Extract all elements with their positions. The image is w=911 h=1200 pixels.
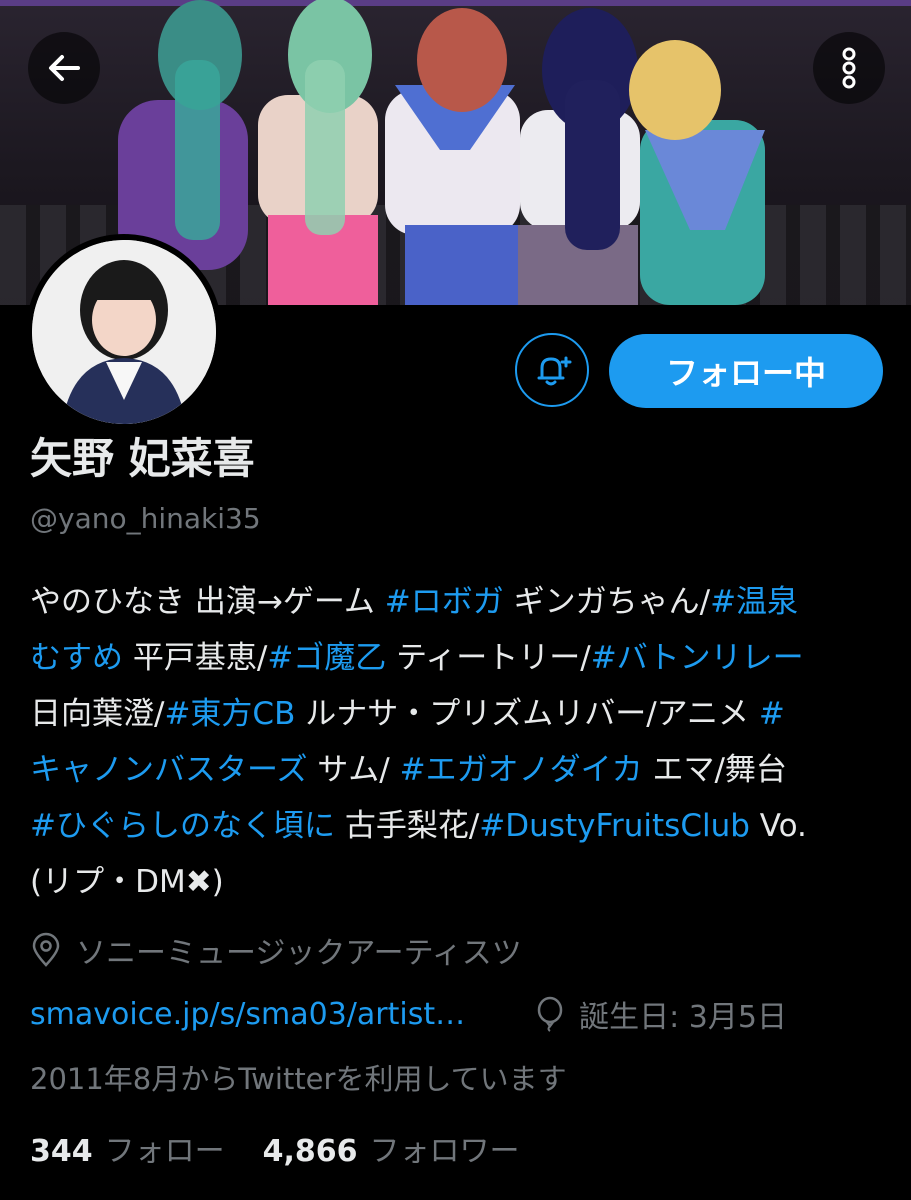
website-link[interactable]: smavoice.jp/s/sma03/artist… [30, 997, 465, 1032]
following-button[interactable]: フォロー中 [609, 334, 883, 408]
arrow-left-icon [49, 55, 80, 81]
bio-line: キャノンバスターズ サム/ #エガオノダイカ エマ/舞台 [30, 742, 890, 798]
bio-line: むすめ 平戸基恵/#ゴ魔乙 ティートリー/#バトンリレー [30, 630, 890, 686]
following-stat[interactable]: 344 フォロー [30, 1126, 225, 1170]
following-label: フォロー [104, 1134, 225, 1169]
notifications-button[interactable] [515, 333, 589, 407]
display-name: 矢野 妃菜喜 [30, 434, 255, 483]
bio-text: Vo. [749, 808, 807, 844]
hashtag-link[interactable]: むすめ [30, 640, 123, 676]
bio-line: #ひぐらしのなく頃に 古手梨花/#DustyFruitsClub Vo. [30, 798, 890, 854]
bio-text: 日向葉澄/ [30, 696, 165, 732]
bio-text: ルナサ・プリズムリバー/アニメ [295, 696, 759, 732]
bio-line: やのひなき 出演→ゲーム #ロボガ ギンガちゃん/#温泉 [30, 574, 890, 630]
hashtag-link[interactable]: #東方CB [164, 696, 295, 732]
hashtag-link[interactable]: #バトンリレー [591, 640, 804, 676]
user-handle: @yano_hinaki35 [30, 502, 261, 535]
location-pin-icon [32, 932, 60, 967]
bio-text: 古手梨花/ [334, 808, 480, 844]
hashtag-link[interactable]: # [759, 696, 785, 732]
bio-text: サム/ [307, 752, 400, 788]
bio-text: ティートリー/ [386, 640, 591, 676]
hashtag-link[interactable]: キャノンバスターズ [30, 752, 307, 788]
bio-text: ギンガちゃん/ [503, 584, 711, 620]
follow-stats: 344 フォロー 4,866 フォロワー [30, 1126, 520, 1170]
back-button[interactable] [28, 32, 100, 104]
bell-plus-icon [537, 356, 572, 386]
bio-text: 平戸基恵/ [123, 640, 268, 676]
followers-count: 4,866 [262, 1134, 358, 1169]
hashtag-link[interactable]: #温泉 [710, 584, 798, 620]
more-options-button[interactable] [813, 32, 885, 104]
more-vertical-icon [842, 47, 856, 89]
website-birthday-row: smavoice.jp/s/sma03/artist… 誕生日: 3月5日 [30, 992, 787, 1036]
hashtag-link[interactable]: #DustyFruitsClub [479, 808, 750, 844]
birthday: 誕生日: 3月5日 [535, 992, 787, 1036]
followers-stat[interactable]: 4,866 フォロワー [263, 1126, 520, 1170]
bio-text: やのひなき 出演→ゲーム [30, 584, 385, 620]
hashtag-link[interactable]: #ゴ魔乙 [267, 640, 386, 676]
balloon-icon [537, 996, 563, 1032]
hashtag-link[interactable]: #エガオノダイカ [400, 752, 643, 788]
following-count: 344 [30, 1134, 93, 1169]
bio-line: 日向葉澄/#東方CB ルナサ・プリズムリバー/アニメ # [30, 686, 890, 742]
joined-date: 2011年8月からTwitterを利用しています [30, 1062, 567, 1096]
bio-text: エマ/舞台 [642, 752, 787, 788]
location-row: ソニーミュージックアーティスツ [30, 928, 522, 972]
hashtag-link[interactable]: #ロボガ [385, 584, 504, 620]
hashtag-link[interactable]: #ひぐらしのなく頃に [30, 808, 335, 844]
avatar-photo [32, 240, 216, 424]
bio-text: (リプ・DM✖) [30, 864, 224, 900]
followers-label: フォロワー [369, 1134, 520, 1169]
avatar[interactable] [26, 234, 222, 430]
bio: やのひなき 出演→ゲーム #ロボガ ギンガちゃん/#温泉 むすめ 平戸基恵/#ゴ魔… [30, 574, 890, 910]
bio-line: (リプ・DM✖) [30, 854, 890, 910]
birthday-text: 誕生日: 3月5日 [579, 1000, 787, 1035]
location-text: ソニーミュージックアーティスツ [76, 936, 522, 971]
